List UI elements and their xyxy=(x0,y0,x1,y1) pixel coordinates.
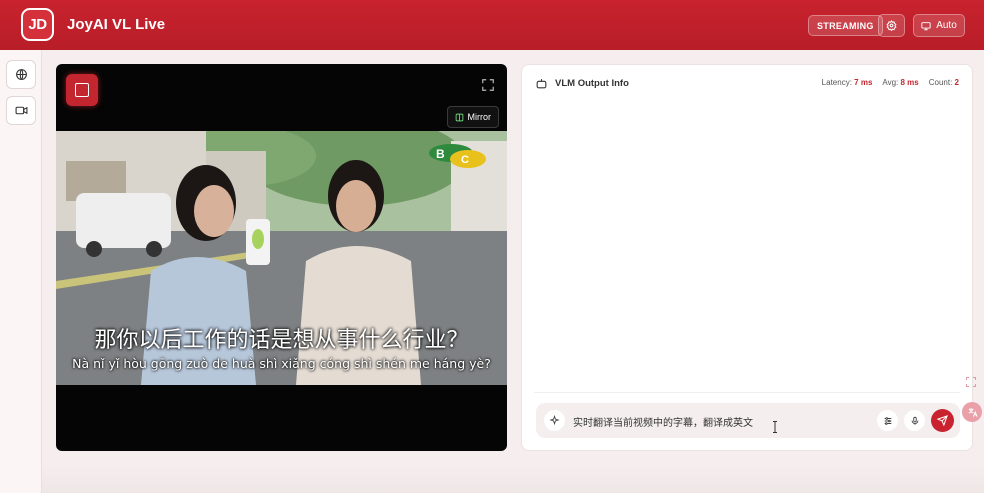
jd-logo: JD xyxy=(21,8,54,41)
latency-metric: Latency: 7 ms xyxy=(822,78,873,87)
mirror-button[interactable]: Mirror xyxy=(446,106,499,128)
video-panel: B C Mirror 那你以后工作的话是想从事什么行业？ Nà nǐ yǐ hò… xyxy=(56,64,507,451)
prompt-input[interactable]: 实时翻译当前视频中的字幕，翻译成英文 xyxy=(573,414,753,429)
prompt-input-bar[interactable]: 实时翻译当前视频中的字幕，翻译成英文 xyxy=(536,403,960,438)
count-metric: Count: 2 xyxy=(929,78,959,87)
translate-icon xyxy=(968,407,978,417)
avg-metric: Avg: 8 ms xyxy=(882,78,918,87)
gear-icon xyxy=(886,20,897,31)
auto-mode-label: Auto xyxy=(936,20,957,31)
adjust-settings-button[interactable] xyxy=(877,410,898,431)
metrics-bar: Latency: 7 ms Avg: 8 ms Count: 2 xyxy=(822,78,959,87)
app-header: JD JoyAI VL Live STREAMING Auto xyxy=(0,0,984,50)
output-divider xyxy=(534,392,960,393)
streaming-status-badge: STREAMING xyxy=(808,15,883,36)
count-label: Count: xyxy=(928,78,953,87)
mirror-label: Mirror xyxy=(467,112,492,122)
bottom-strip xyxy=(42,465,984,493)
side-rail xyxy=(0,50,42,493)
vlm-output-panel: VLM Output Info Latency: 7 ms Avg: 8 ms … xyxy=(521,64,973,451)
auto-mode-button[interactable]: Auto xyxy=(913,14,965,37)
avg-value: 8 ms xyxy=(900,78,919,87)
stop-square-icon xyxy=(75,83,89,97)
stop-record-button[interactable] xyxy=(66,74,98,106)
send-icon xyxy=(937,415,948,426)
sign-letter-c: C xyxy=(461,154,469,166)
latency-label: Latency: xyxy=(821,78,852,87)
mirror-icon xyxy=(455,113,463,121)
camera-button[interactable] xyxy=(6,96,36,125)
subtitle-chinese: 那你以后工作的话是想从事什么行业？ xyxy=(94,328,469,353)
globe-icon xyxy=(15,69,27,80)
microphone-button[interactable] xyxy=(904,410,925,431)
send-button[interactable] xyxy=(931,409,954,432)
robot-icon xyxy=(536,79,547,89)
microphone-icon xyxy=(911,416,918,425)
globe-button[interactable] xyxy=(6,60,36,89)
text-cursor-icon xyxy=(773,421,777,433)
app-title: JoyAI VL Live xyxy=(67,16,166,33)
sliders-icon xyxy=(884,416,891,425)
magic-prompt-button[interactable] xyxy=(544,410,565,431)
screenshot-tool-icon[interactable] xyxy=(965,376,977,388)
sparkle-icon xyxy=(549,415,560,426)
fullscreen-icon[interactable] xyxy=(481,78,495,92)
settings-button[interactable] xyxy=(878,14,905,37)
output-panel-title: VLM Output Info xyxy=(555,78,629,89)
latency-value: 7 ms xyxy=(854,78,873,87)
count-value: 2 xyxy=(954,78,959,87)
subtitle-pinyin: Nà nǐ yǐ hòu gōng zuò de huà shì xiǎng c… xyxy=(72,356,491,371)
monitor-icon xyxy=(921,21,931,30)
avg-label: Avg: xyxy=(882,78,899,87)
video-camera-icon xyxy=(15,106,27,115)
translate-assistant-button[interactable] xyxy=(962,402,982,422)
sign-letter-b: B xyxy=(436,147,445,161)
